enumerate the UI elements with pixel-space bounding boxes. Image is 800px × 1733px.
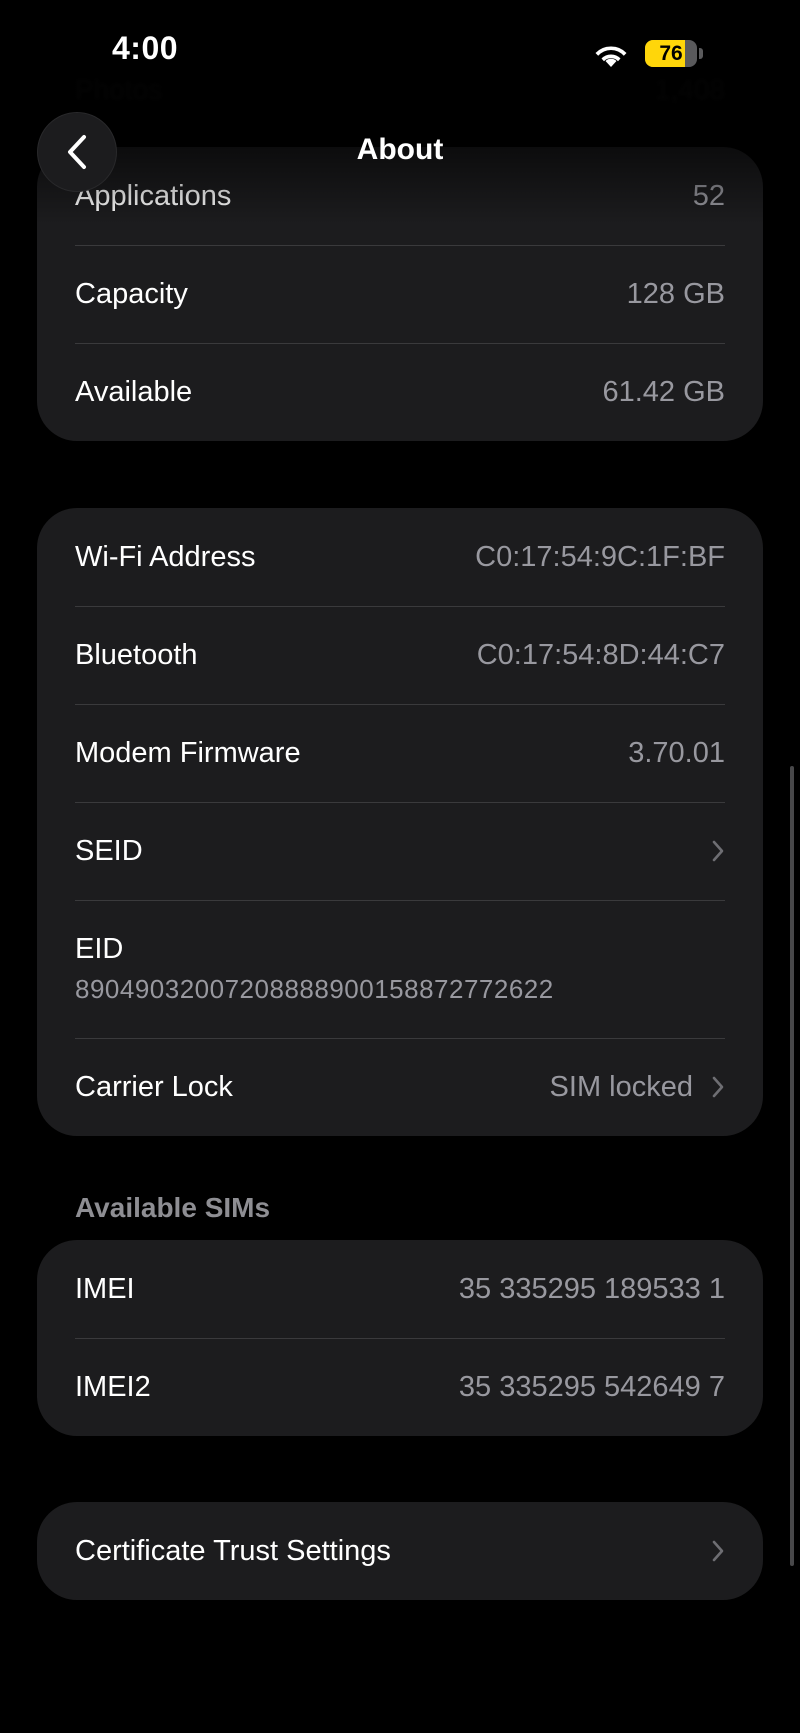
imei2-value: 35 335295 542649 7 [458, 1370, 725, 1403]
imei-label: IMEI [75, 1272, 135, 1305]
scroll-indicator[interactable] [790, 766, 794, 1566]
capacity-label: Capacity [75, 277, 188, 310]
modem-firmware-value: 3.70.01 [628, 736, 725, 769]
bluetooth-value: C0:17:54:8D:44:C7 [476, 638, 725, 671]
eid-label: EID [75, 933, 124, 965]
battery-indicator: 76 [645, 40, 697, 67]
capacity-row: Capacity 128 GB [37, 245, 763, 343]
carrier-lock-label: Carrier Lock [75, 1070, 233, 1103]
modem-firmware-label: Modem Firmware [75, 736, 301, 769]
seid-value [693, 839, 725, 863]
identifiers-group: Wi-Fi Address C0:17:54:9C:1F:BF Bluetoot… [37, 508, 763, 1136]
available-sims-header: Available SIMs [75, 1192, 271, 1223]
wifi-icon [595, 46, 627, 67]
imei2-row: IMEI2 35 335295 542649 7 [37, 1338, 763, 1436]
wifi-address-row: Wi-Fi Address C0:17:54:9C:1F:BF [37, 508, 763, 606]
wifi-address-value: C0:17:54:9C:1F:BF [475, 540, 725, 573]
chevron-right-icon [712, 840, 724, 862]
carrier-lock-value: SIM locked [549, 1070, 693, 1103]
chevron-right-icon [712, 1076, 724, 1098]
scrolled-row-label: Photos [75, 74, 163, 105]
scrolled-row-photos: Photos 1,408 [75, 74, 725, 106]
applications-value: 52 [692, 179, 725, 212]
certificate-trust-settings-row[interactable]: Certificate Trust Settings [37, 1502, 763, 1600]
bluetooth-label: Bluetooth [75, 638, 198, 671]
sims-group: IMEI 35 335295 189533 1 IMEI2 35 335295 … [37, 1240, 763, 1436]
available-value: 61.42 GB [602, 375, 725, 408]
certificate-group: Certificate Trust Settings [37, 1502, 763, 1600]
available-row: Available 61.42 GB [37, 343, 763, 441]
status-time: 4:00 [112, 30, 179, 66]
chevron-right-icon [712, 1540, 724, 1562]
wifi-address-label: Wi-Fi Address [75, 540, 256, 573]
eid-value: 89049032007208888900158872772622 [75, 974, 554, 1004]
battery-percent: 76 [659, 42, 683, 65]
scrolled-row-value: 1,408 [654, 74, 725, 105]
modem-firmware-row: Modem Firmware 3.70.01 [37, 704, 763, 802]
certificate-chevron-wrap [693, 1539, 725, 1563]
imei2-label: IMEI2 [75, 1370, 151, 1403]
imei-value: 35 335295 189533 1 [458, 1272, 725, 1305]
bluetooth-row: Bluetooth C0:17:54:8D:44:C7 [37, 606, 763, 704]
available-label: Available [75, 375, 193, 408]
battery-cap [699, 48, 703, 59]
page-title: About [356, 133, 444, 166]
certificate-trust-settings-label: Certificate Trust Settings [75, 1534, 391, 1567]
carrier-lock-row[interactable]: Carrier Lock SIM locked [37, 1038, 763, 1136]
imei-row: IMEI 35 335295 189533 1 [37, 1240, 763, 1338]
eid-row: EID 89049032007208888900158872772622 [37, 900, 763, 1038]
capacity-value: 128 GB [626, 277, 725, 310]
seid-row[interactable]: SEID [37, 802, 763, 900]
seid-label: SEID [75, 834, 143, 867]
carrier-lock-value-wrap: SIM locked [550, 1071, 725, 1104]
storage-group: Applications 52 Capacity 128 GB Availabl… [37, 147, 763, 441]
